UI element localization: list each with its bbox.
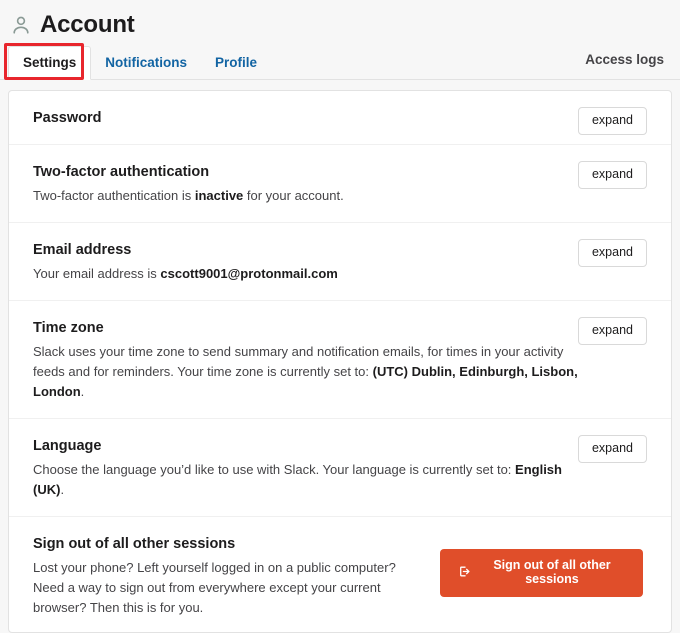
expand-button-language[interactable]: expand bbox=[577, 435, 647, 463]
section-language: Language Choose the language you’d like … bbox=[9, 419, 671, 518]
desc-bold: inactive bbox=[194, 187, 244, 203]
section-desc-two-factor-authentication: Two-factor authentication is inactive fo… bbox=[33, 186, 593, 206]
sign-out-icon bbox=[458, 565, 471, 582]
section-desc-language: Choose the language you’d like to use wi… bbox=[33, 460, 593, 500]
section-desc-time-zone: Slack uses your time zone to send summar… bbox=[33, 342, 593, 402]
section-sign-out-of-all-other-sessions: Sign out of all other sessions Lost your… bbox=[9, 517, 671, 632]
expand-button-two-factor-authentication[interactable]: expand bbox=[577, 160, 647, 189]
expand-button-password[interactable]: expand bbox=[577, 107, 647, 135]
section-title-sign-out-of-all-other-sessions: Sign out of all other sessions bbox=[33, 536, 236, 553]
expand-button-email-address[interactable]: expand bbox=[577, 238, 647, 267]
tab-notifications[interactable]: Notifications bbox=[91, 47, 201, 80]
section-two-factor-authentication: Two-factor authentication Two-factor aut… bbox=[9, 145, 671, 223]
desc-bold: cscott9001@protonmail.com bbox=[160, 265, 338, 281]
section-title-email-address: Email address bbox=[33, 241, 132, 258]
section-title-password: Password bbox=[33, 110, 102, 126]
access-logs-link[interactable]: Access logs bbox=[585, 52, 664, 79]
desc-suffix: . bbox=[80, 383, 85, 399]
person-icon bbox=[10, 14, 32, 36]
section-desc-email-address: Your email address is cscott9001@protonm… bbox=[33, 264, 593, 284]
section-title-time-zone: Time zone bbox=[33, 319, 104, 336]
desc-suffix: . bbox=[60, 482, 65, 498]
desc-prefix: Two-factor authentication is bbox=[33, 187, 195, 203]
section-desc-sign-out-of-all-other-sessions: Lost your phone? Left yourself logged in… bbox=[33, 560, 396, 616]
page-title: Account bbox=[40, 11, 135, 38]
page-header: Account bbox=[0, 0, 680, 42]
desc-suffix: for your account. bbox=[243, 187, 344, 203]
sign-out-all-sessions-button[interactable]: Sign out of all other sessions bbox=[440, 549, 643, 597]
section-time-zone: Time zone Slack uses your time zone to s… bbox=[9, 301, 671, 420]
section-title-two-factor-authentication: Two-factor authentication bbox=[33, 163, 210, 180]
expand-button-time-zone[interactable]: expand bbox=[577, 316, 647, 345]
section-password: Password expand bbox=[9, 91, 671, 145]
desc-prefix: Your email address is bbox=[33, 265, 161, 281]
tab-settings[interactable]: Settings bbox=[8, 45, 92, 80]
section-email-address: Email address Your email address is csco… bbox=[9, 223, 671, 301]
desc-prefix: Choose the language you’d like to use wi… bbox=[33, 461, 516, 477]
tab-profile[interactable]: Profile bbox=[201, 47, 271, 80]
tab-bar: Settings Notifications Profile Access lo… bbox=[0, 42, 680, 80]
account-settings-card: Password expand Two-factor authenticatio… bbox=[8, 90, 672, 633]
sign-out-button-label: Sign out of all other sessions bbox=[493, 558, 611, 586]
section-title-language: Language bbox=[33, 438, 102, 455]
